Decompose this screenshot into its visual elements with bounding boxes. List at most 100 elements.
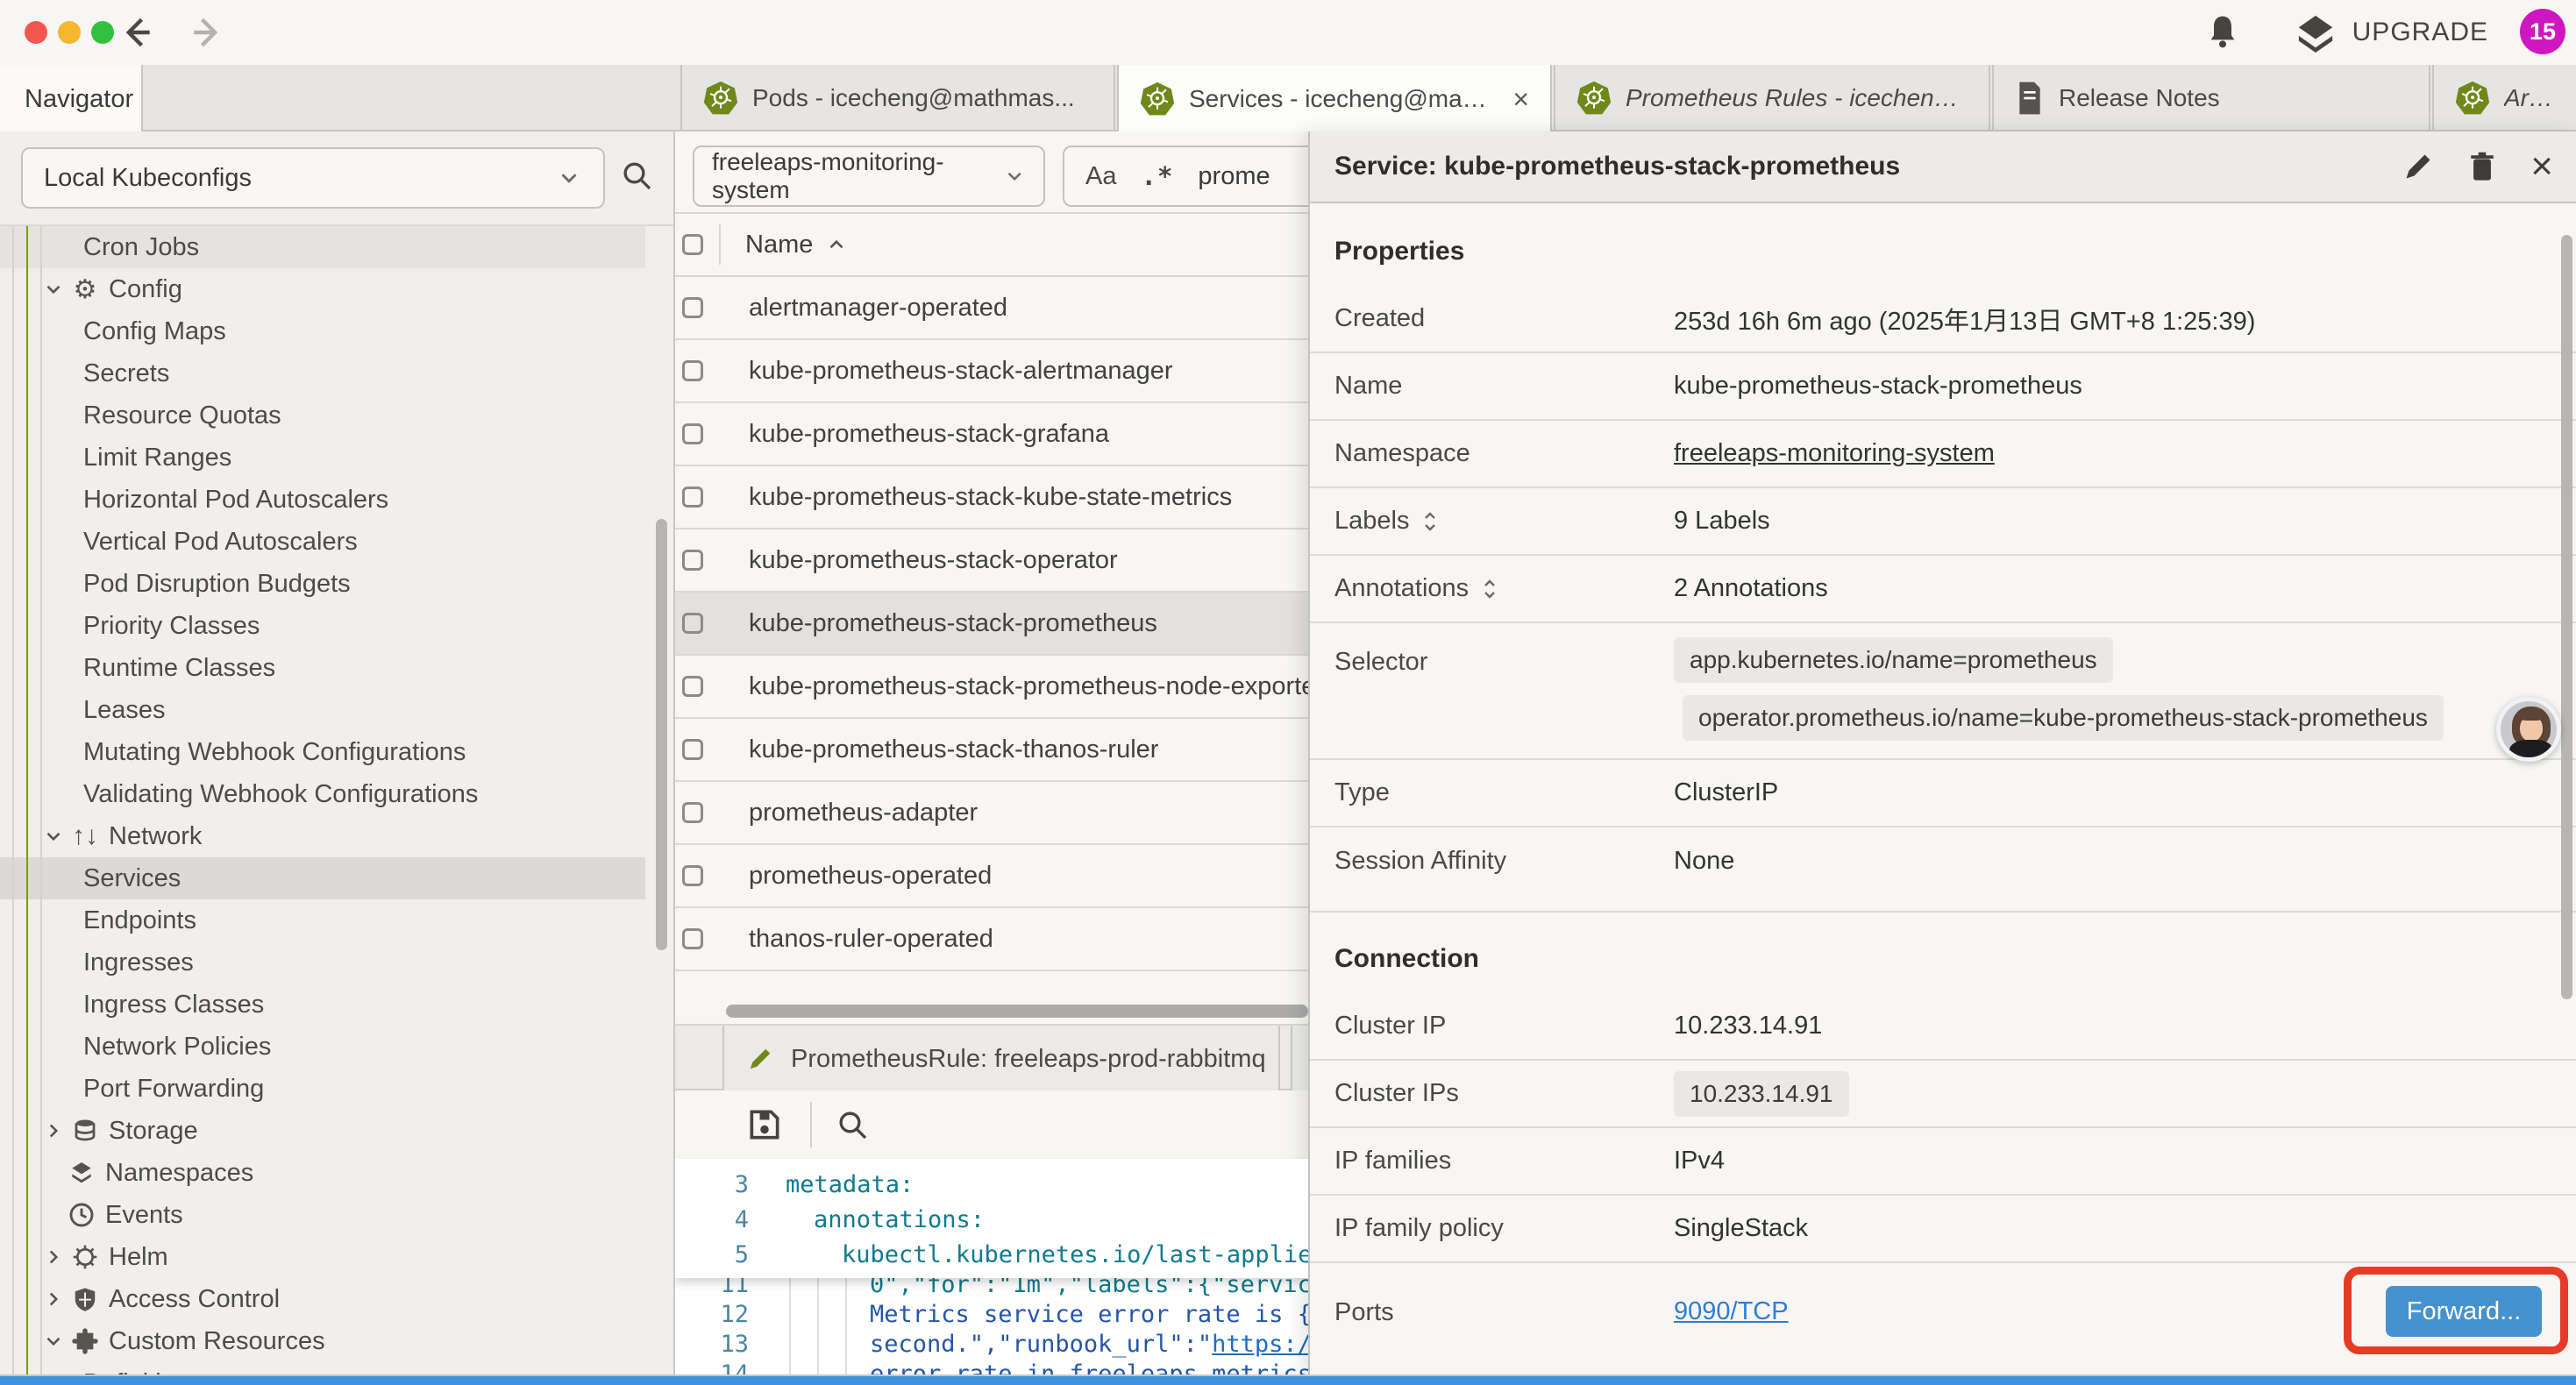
edit-pencil-icon[interactable] — [2402, 151, 2434, 182]
editor-search-icon[interactable] — [835, 1107, 870, 1142]
sidebar-item-resource-quotas[interactable]: Resource Quotas — [0, 394, 645, 437]
sidebar-group-config[interactable]: ⚙ Config — [0, 268, 645, 310]
sidebar-item-validating-webhook-configurations[interactable]: Validating Webhook Configurations — [0, 773, 645, 815]
detail-panel-scrollbar[interactable] — [2561, 235, 2572, 999]
sidebar-item-namespaces[interactable]: Namespaces — [0, 1152, 645, 1194]
row-checkbox[interactable] — [682, 487, 703, 508]
sidebar-item-cron-jobs[interactable]: Cron Jobs — [0, 226, 645, 268]
sidebar-item-network-policies[interactable]: Network Policies — [0, 1026, 645, 1068]
table-row[interactable]: kube-prometheus-stack-grafana — [675, 403, 1308, 466]
tab-pods[interactable]: Pods - icecheng@mathmas... — [680, 65, 1115, 131]
editor-tab-partial[interactable] — [1291, 1026, 1308, 1092]
table-row[interactable]: prometheus-adapter — [675, 782, 1308, 845]
tab-prometheus-rules[interactable]: Prometheus Rules - icecheng... — [1554, 65, 1990, 131]
selector-chip: app.kubernetes.io/name=prometheus — [1674, 637, 2113, 683]
sidebar-item-events[interactable]: Events — [0, 1194, 645, 1236]
sidebar-item-pod-disruption-budgets[interactable]: Pod Disruption Budgets — [0, 563, 645, 605]
row-checkbox[interactable] — [682, 550, 703, 571]
row-checkbox[interactable] — [682, 739, 703, 760]
table-row[interactable]: prometheus-operated — [675, 845, 1308, 908]
forward-arrow-icon[interactable] — [188, 13, 226, 52]
row-checkbox[interactable] — [682, 423, 703, 444]
close-window-button[interactable] — [25, 21, 47, 44]
table-row[interactable]: alertmanager-operated — [675, 277, 1308, 340]
tab-label: Argo Se — [2504, 84, 2555, 112]
close-tab-icon[interactable]: × — [1512, 83, 1529, 116]
account-badge[interactable]: 15 — [2520, 9, 2565, 54]
namespace-link[interactable]: freeleaps-monitoring-system — [1674, 439, 1995, 468]
yaml-editor[interactable]: 110","for":"1m","labels":{"service":"f 1… — [675, 1159, 1308, 1385]
back-arrow-icon[interactable] — [117, 13, 156, 52]
sidebar-item-ingress-classes[interactable]: Ingress Classes — [0, 984, 645, 1026]
sidebar-group-access-control[interactable]: Access Control — [0, 1278, 645, 1320]
namespace-select[interactable]: freeleaps-monitoring-system — [693, 146, 1045, 207]
detail-row-cluster-ip: Cluster IP 10.233.14.91 — [1310, 993, 2576, 1061]
selector-chip: operator.prometheus.io/name=kube-prometh… — [1683, 695, 2444, 741]
row-checkbox[interactable] — [682, 928, 703, 949]
tab-label: Services - icecheng@math... — [1189, 85, 1490, 113]
horizontal-scrollbar[interactable] — [726, 1005, 1308, 1018]
minimize-window-button[interactable] — [58, 21, 81, 44]
filter-input[interactable]: Aa .* prome — [1063, 146, 1308, 207]
editor-tab-prometheusrule[interactable]: PrometheusRule: freeleaps-prod-rabbitmq — [722, 1026, 1280, 1092]
forward-port-button[interactable]: Forward... — [2386, 1286, 2542, 1337]
sidebar-group-custom-resources[interactable]: Custom Resources — [0, 1320, 645, 1362]
row-checkbox[interactable] — [682, 802, 703, 823]
trash-icon[interactable] — [2467, 150, 2497, 183]
sidebar-item-ingresses[interactable]: Ingresses — [0, 941, 645, 984]
row-checkbox[interactable] — [682, 613, 703, 634]
row-checkbox[interactable] — [682, 676, 703, 697]
expand-updown-icon[interactable] — [1479, 577, 1500, 601]
tab-services[interactable]: Services - icecheng@math... × — [1117, 65, 1552, 133]
maximize-window-button[interactable] — [91, 21, 114, 44]
sidebar-item-secrets[interactable]: Secrets — [0, 352, 645, 394]
table-row-selected[interactable]: kube-prometheus-stack-prometheus — [675, 593, 1308, 656]
kubeconfig-select[interactable]: Local Kubeconfigs — [21, 147, 605, 209]
select-all-checkbox[interactable] — [682, 234, 703, 255]
kubernetes-icon — [1576, 80, 1612, 117]
sidebar-item-runtime-classes[interactable]: Runtime Classes — [0, 647, 645, 689]
sidebar-item-horizontal-pod-autoscalers[interactable]: Horizontal Pod Autoscalers — [0, 479, 645, 521]
table-row[interactable]: kube-prometheus-stack-thanos-ruler — [675, 719, 1308, 782]
port-link-9090[interactable]: 9090/TCP — [1674, 1297, 1789, 1326]
table-row[interactable]: kube-prometheus-stack-operator — [675, 529, 1308, 593]
sidebar-item-endpoints[interactable]: Endpoints — [0, 899, 645, 941]
table-row[interactable]: kube-prometheus-stack-kube-state-metrics — [675, 466, 1308, 529]
tab-label: Release Notes — [2059, 84, 2220, 112]
row-checkbox[interactable] — [682, 865, 703, 886]
table-row[interactable]: kube-prometheus-stack-prometheus-node-ex… — [675, 656, 1308, 719]
close-panel-icon[interactable]: × — [2530, 151, 2553, 182]
match-case-toggle[interactable]: Aa — [1085, 162, 1116, 191]
upgrade-chevrons-icon[interactable] — [2295, 12, 2337, 53]
navigator-tab[interactable]: Navigator — [0, 65, 143, 133]
tab-release-notes[interactable]: Release Notes — [1992, 65, 2430, 131]
runbook-url-link[interactable]: https://net — [1212, 1331, 1308, 1358]
expand-updown-icon[interactable] — [1420, 509, 1441, 534]
sidebar-group-storage[interactable]: Storage — [0, 1110, 645, 1152]
row-checkbox[interactable] — [682, 297, 703, 318]
save-icon[interactable] — [745, 1105, 784, 1144]
sidebar-item-port-forwarding[interactable]: Port Forwarding — [0, 1068, 645, 1110]
layers-icon — [67, 1158, 96, 1188]
sidebar-scrollbar[interactable] — [656, 519, 667, 950]
table-row[interactable]: thanos-ruler-operated — [675, 908, 1308, 971]
sidebar-group-helm[interactable]: Helm — [0, 1236, 645, 1278]
assistant-avatar[interactable] — [2496, 697, 2561, 762]
name-column-header[interactable]: Name — [745, 231, 813, 259]
sort-ascending-icon[interactable] — [825, 233, 848, 256]
search-icon[interactable] — [619, 158, 654, 193]
sidebar-item-services[interactable]: Services — [0, 857, 645, 899]
table-row[interactable]: kube-prometheus-stack-alertmanager — [675, 340, 1308, 403]
sidebar-item-vertical-pod-autoscalers[interactable]: Vertical Pod Autoscalers — [0, 521, 645, 563]
sidebar-item-leases[interactable]: Leases — [0, 689, 645, 731]
tab-argo[interactable]: Argo Se — [2432, 65, 2576, 131]
sidebar-item-config-maps[interactable]: Config Maps — [0, 310, 645, 352]
sidebar-group-network[interactable]: ↑↓ Network — [0, 815, 645, 857]
sidebar-item-priority-classes[interactable]: Priority Classes — [0, 605, 645, 647]
upgrade-label[interactable]: UPGRADE — [2352, 18, 2488, 47]
notification-bell-icon[interactable] — [2205, 12, 2240, 53]
sidebar-item-limit-ranges[interactable]: Limit Ranges — [0, 437, 645, 479]
regex-toggle[interactable]: .* — [1141, 161, 1173, 191]
row-checkbox[interactable] — [682, 360, 703, 381]
sidebar-item-mutating-webhook-configurations[interactable]: Mutating Webhook Configurations — [0, 731, 645, 773]
